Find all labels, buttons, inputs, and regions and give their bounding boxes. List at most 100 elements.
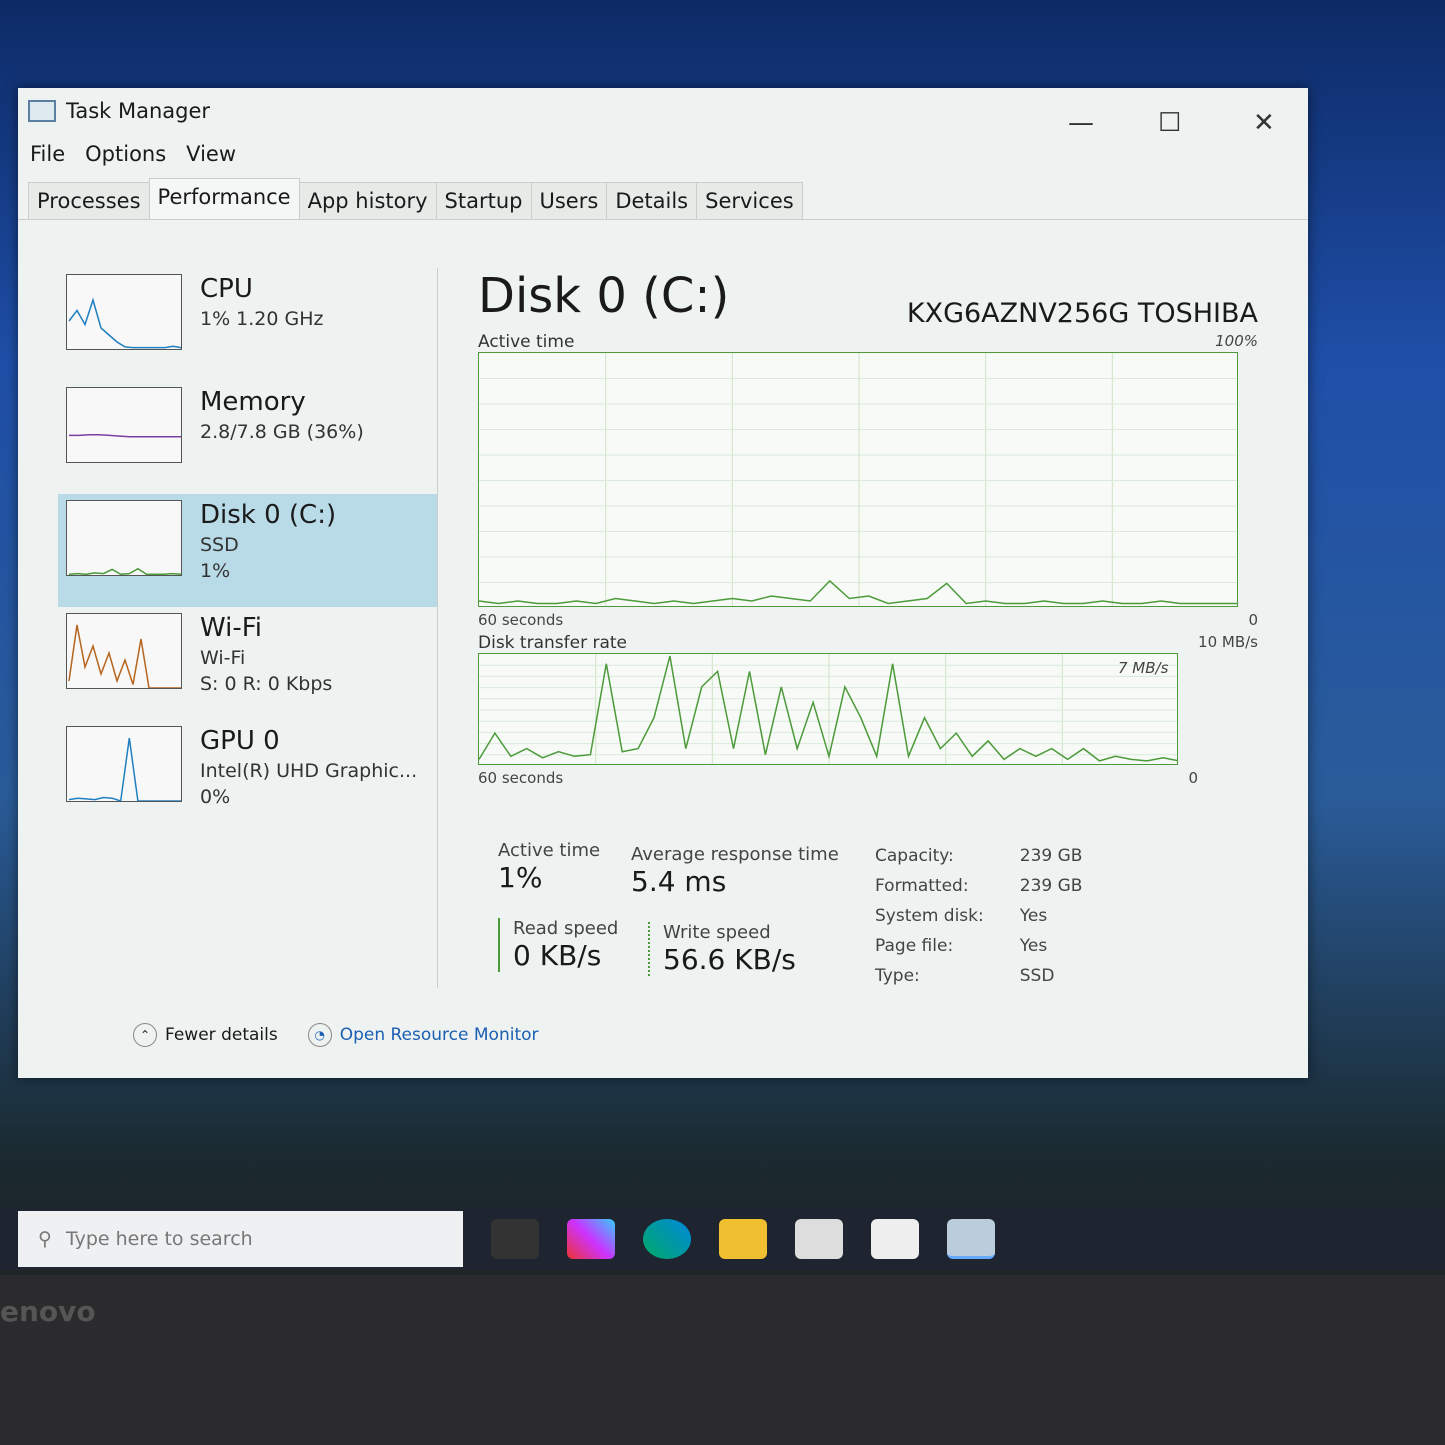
property-value: Yes <box>1019 906 1048 926</box>
maximize-button[interactable]: ☐ <box>1158 108 1181 138</box>
chevron-up-icon: ⌃ <box>133 1023 157 1047</box>
active-time-min: 0 <box>1248 611 1258 629</box>
task-manager-icon <box>28 100 56 122</box>
sidebar-item-wi-fi[interactable]: Wi-Fi Wi-Fi S: 0 R: 0 Kbps <box>58 607 437 720</box>
property-row: Capacity: 239 GB <box>875 842 1116 870</box>
transfer-rate-chart <box>478 653 1180 766</box>
task-manager-window: Task Manager — ☐ ✕ File Options View Pro… <box>18 88 1308 1078</box>
property-value: SSD <box>1019 966 1055 986</box>
fewer-details-button[interactable]: ⌃ Fewer details <box>133 1023 278 1047</box>
close-button[interactable]: ✕ <box>1253 108 1275 138</box>
resource-monitor-label: Open Resource Monitor <box>339 1025 539 1045</box>
tab-users[interactable]: Users <box>530 182 608 219</box>
avg-response-label: Average response time <box>631 844 839 865</box>
read-speed-label: Read speed <box>513 918 619 939</box>
taskbar-search[interactable]: ⚲ Type here to search <box>18 1211 463 1267</box>
search-placeholder: Type here to search <box>65 1228 253 1250</box>
property-label: Type: <box>875 966 920 986</box>
property-value: 239 GB <box>1019 846 1083 866</box>
sidebar-item-detail: 1% 1.20 GHz <box>200 308 324 330</box>
footer: ⌃ Fewer details ◔ Open Resource Monitor <box>133 1023 539 1047</box>
active-time-chart-label: Active time <box>478 332 575 352</box>
property-row: Page file: Yes <box>875 932 1116 960</box>
fewer-details-label: Fewer details <box>165 1025 278 1045</box>
read-speed-value: 0 KB/s <box>513 939 602 972</box>
sidebar-item-detail: Wi-Fi <box>200 647 246 669</box>
sidebar-thumbnail-graph <box>66 500 182 576</box>
sidebar-item-cpu[interactable]: CPU 1% 1.20 GHz <box>58 268 437 381</box>
transfer-inner-max: 7 MB/s <box>1118 659 1169 677</box>
copilot-icon[interactable] <box>567 1219 615 1259</box>
transfer-chart-label: Disk transfer rate <box>478 633 627 653</box>
minimize-button[interactable]: — <box>1068 108 1094 138</box>
menu-bar: File Options View <box>18 134 1308 174</box>
transfer-span: 60 seconds <box>478 769 564 787</box>
active-time-chart <box>478 352 1239 608</box>
file-explorer-icon[interactable] <box>719 1219 767 1259</box>
disk-stats: Active time 1% Average response time 5.4… <box>498 840 1258 1000</box>
window-title: Task Manager <box>66 99 211 123</box>
property-row: Formatted: 239 GB <box>875 872 1116 900</box>
active-time-label: Active time <box>498 840 601 861</box>
sidebar-graph-line <box>68 567 181 575</box>
sidebar-item-name: Wi-Fi <box>200 613 263 643</box>
search-icon: ⚲ <box>38 1228 52 1250</box>
sidebar-thumbnail-graph <box>66 387 182 463</box>
sidebar-graph-line <box>68 624 181 688</box>
sidebar-item-name: Memory <box>200 387 306 417</box>
sidebar-item-detail: SSD <box>200 534 239 556</box>
laptop-logo: enovo <box>0 1295 96 1328</box>
menu-file[interactable]: File <box>30 142 65 166</box>
property-row: Type: SSD <box>875 962 1116 990</box>
property-row: System disk: Yes <box>875 902 1116 930</box>
edge-icon[interactable] <box>643 1219 691 1259</box>
laptop-bezel <box>0 1275 1445 1445</box>
disk-model: KXG6AZNV256G TOSHIBA <box>906 298 1258 329</box>
tab-startup[interactable]: Startup <box>435 182 532 219</box>
property-value: 239 GB <box>1019 876 1083 896</box>
menu-view[interactable]: View <box>186 142 236 166</box>
sidebar-thumbnail-graph <box>66 726 182 802</box>
menu-options[interactable]: Options <box>85 142 166 166</box>
tab-bar: Processes Performance App history Startu… <box>18 174 1308 220</box>
resource-sidebar: CPU 1% 1.20 GHz Memory 2.8/7.8 GB (36%) … <box>58 268 438 988</box>
mail-icon[interactable] <box>871 1219 919 1259</box>
sidebar-item-detail-2: 0% <box>200 786 231 808</box>
sidebar-item-detail: Intel(R) UHD Graphic... <box>200 760 418 782</box>
tab-performance[interactable]: Performance <box>148 178 300 219</box>
property-label: Capacity: <box>875 846 954 866</box>
transfer-min: 0 <box>1188 769 1198 787</box>
property-value: Yes <box>1019 936 1048 956</box>
title-bar: Task Manager <box>18 88 1308 134</box>
open-resource-monitor-link[interactable]: ◔ Open Resource Monitor <box>307 1023 539 1047</box>
disk-detail-panel: Disk 0 (C:) KXG6AZNV256G TOSHIBA Active … <box>478 268 1258 787</box>
tab-details[interactable]: Details <box>606 182 698 219</box>
taskbar: ⚲ Type here to search <box>0 1208 1445 1270</box>
avg-response-value: 5.4 ms <box>631 865 727 898</box>
transfer-max: 10 MB/s <box>1198 633 1258 651</box>
tab-app-history[interactable]: App history <box>298 182 437 219</box>
property-label: Formatted: <box>875 876 969 896</box>
active-time-value: 1% <box>498 861 543 894</box>
store-icon[interactable] <box>795 1219 843 1259</box>
sidebar-item-detail: 2.8/7.8 GB (36%) <box>200 421 364 443</box>
disk-properties: Capacity: 239 GB Formatted: 239 GB System di… <box>873 840 1118 992</box>
task-manager-taskbar-icon[interactable] <box>947 1219 995 1259</box>
tab-processes[interactable]: Processes <box>28 182 150 219</box>
active-time-max: 100% <box>1215 332 1258 350</box>
sidebar-graph-line <box>68 297 181 349</box>
sidebar-item-memory[interactable]: Memory 2.8/7.8 GB (36%) <box>58 381 437 494</box>
sidebar-item-name: CPU <box>200 274 253 304</box>
write-speed-label: Write speed <box>663 922 771 943</box>
property-label: System disk: <box>875 906 984 926</box>
task-view-icon[interactable] <box>491 1219 539 1259</box>
property-label: Page file: <box>875 936 954 956</box>
sidebar-item-gpu-0[interactable]: GPU 0 Intel(R) UHD Graphic... 0% <box>58 720 437 833</box>
sidebar-graph-line <box>68 737 181 801</box>
sidebar-thumbnail-graph <box>66 274 182 350</box>
sidebar-item-name: GPU 0 <box>200 726 280 756</box>
tab-services[interactable]: Services <box>696 182 803 219</box>
sidebar-item-disk-0-c[interactable]: Disk 0 (C:) SSD 1% <box>58 494 437 607</box>
sidebar-item-detail-2: S: 0 R: 0 Kbps <box>200 673 333 695</box>
sidebar-thumbnail-graph <box>66 613 182 689</box>
